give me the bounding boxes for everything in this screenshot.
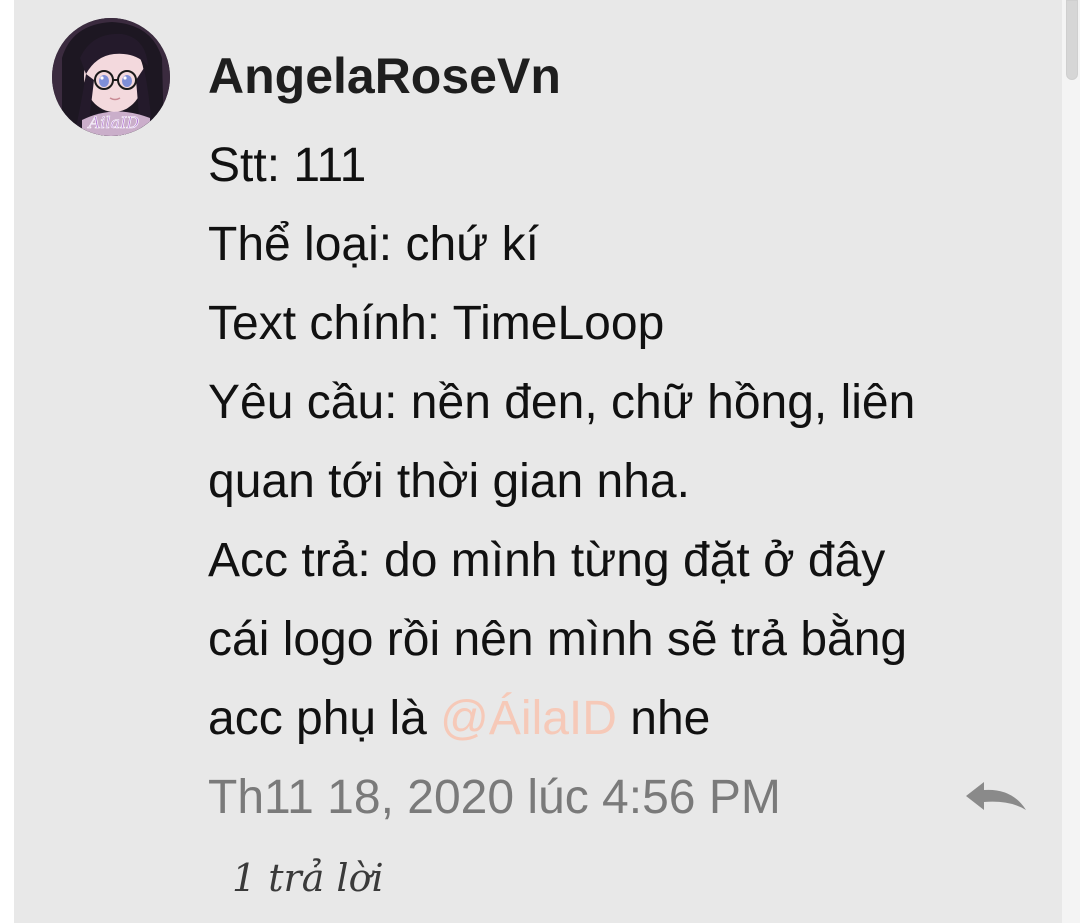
mention-link[interactable]: @ÁilaID: [440, 692, 617, 745]
avatar[interactable]: AilaID: [52, 18, 170, 136]
comment-line-stt: Stt: 111: [208, 139, 367, 192]
comment-timestamp: Th11 18, 2020 lúc 4:56 PM: [208, 771, 781, 824]
reply-arrow-icon: [966, 782, 1026, 810]
scrollbar-thumb[interactable]: [1066, 0, 1078, 80]
comment-line-acc-tra-2: cái logo rồi nên mình sẽ trả bằng: [208, 613, 908, 666]
comment-line-the-loai: Thể loại: chứ kí: [208, 218, 539, 271]
author-name[interactable]: AngelaRoseVn: [208, 44, 561, 108]
comment-line-acc-tra-3-prefix: acc phụ là: [208, 692, 441, 745]
comment-line-acc-tra-3: acc phụ là @ÁilaID nhe: [208, 679, 1028, 758]
comment-line-yeu-cau-1: Yêu cầu: nền đen, chữ hồng, liên: [208, 376, 916, 429]
comment-line-text-chinh: Text chính: TimeLoop: [208, 297, 665, 350]
avatar-anime-girl-icon: AilaID: [52, 18, 170, 136]
scrollbar-track[interactable]: [1062, 0, 1080, 923]
comment-line-acc-tra-1: Acc trả: do mình từng đặt ở đây: [208, 534, 886, 587]
comment-line-yeu-cau-2: quan tới thời gian nha.: [208, 455, 690, 508]
comment-line-acc-tra-3-suffix: nhe: [616, 692, 711, 745]
reply-count-link[interactable]: 1 trả lời: [232, 850, 384, 906]
svg-text:AilaID: AilaID: [87, 113, 140, 132]
comment-body: Stt: 111 Thể loại: chứ kí Text chính: Ti…: [208, 126, 1028, 758]
reply-button[interactable]: [962, 778, 1030, 818]
